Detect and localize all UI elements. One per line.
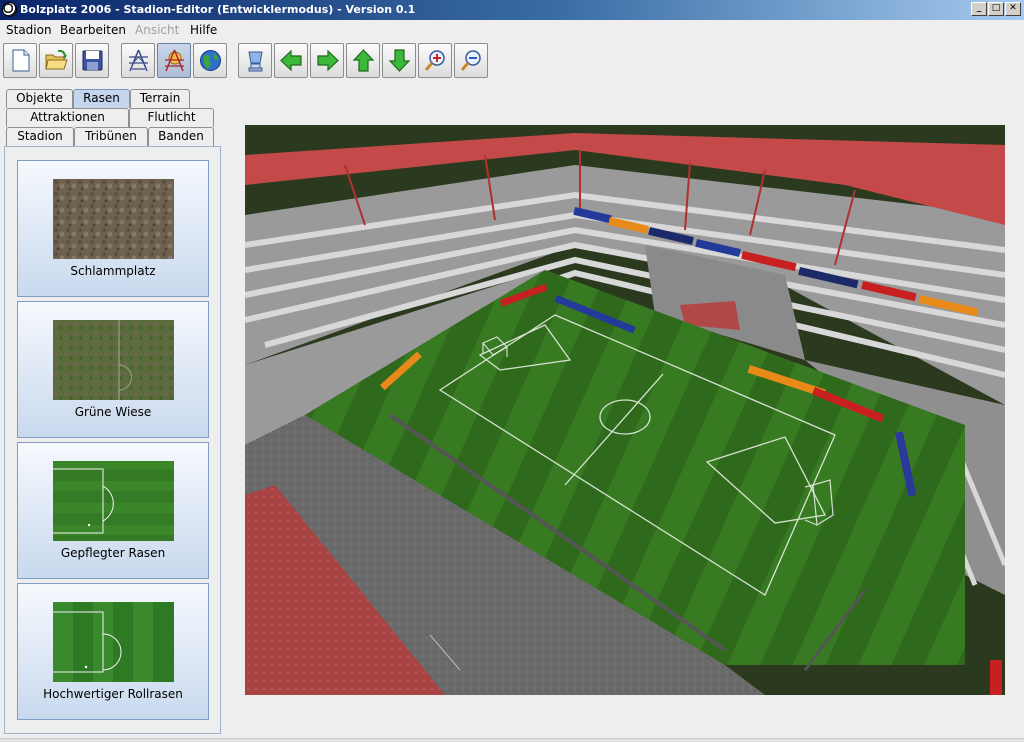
soccer-ball-icon xyxy=(2,2,17,17)
turf-thumbnail-premium xyxy=(53,602,174,682)
zoom-out-button[interactable] xyxy=(454,43,488,78)
stadium-render xyxy=(245,125,1005,695)
turf-option-label: Gepflegter Rasen xyxy=(60,546,166,560)
open-folder-icon xyxy=(45,49,68,70)
maximize-button[interactable]: □ xyxy=(988,2,1004,16)
menu-stadion[interactable]: Stadion xyxy=(6,23,52,37)
arrow-down-icon xyxy=(388,49,411,72)
zoom-out-icon xyxy=(460,50,481,71)
grid-button[interactable] xyxy=(121,43,155,78)
turf-thumbnail-maintained xyxy=(53,461,174,541)
minimize-button[interactable]: _ xyxy=(971,2,987,16)
camera-button[interactable] xyxy=(238,43,272,78)
tab-rasen[interactable]: Rasen xyxy=(73,89,130,108)
status-bar xyxy=(0,738,1024,742)
arrow-right-icon xyxy=(317,49,339,72)
tab-stadion[interactable]: Stadion xyxy=(6,127,74,146)
tab-terrain[interactable]: Terrain xyxy=(130,89,190,108)
toolbar xyxy=(0,40,1024,82)
camera-icon xyxy=(248,51,263,72)
title-bar: Bolzplatz 2006 - Stadion-Editor (Entwick… xyxy=(0,0,1024,20)
new-button[interactable] xyxy=(3,43,37,78)
save-disk-icon xyxy=(82,50,103,71)
move-left-button[interactable] xyxy=(274,43,308,78)
close-button[interactable]: ✕ xyxy=(1005,2,1021,16)
globe-icon xyxy=(200,50,221,71)
turf-thumbnail-mud xyxy=(53,179,174,259)
move-down-button[interactable] xyxy=(382,43,416,78)
grid-highlight-icon xyxy=(165,49,184,72)
zoom-in-button[interactable] xyxy=(418,43,452,78)
stadium-3d-viewport[interactable] xyxy=(245,125,1005,695)
turf-option-gruene-wiese[interactable]: Grüne Wiese xyxy=(17,301,209,438)
tab-attraktionen[interactable]: Attraktionen xyxy=(6,108,129,127)
menu-ansicht[interactable]: Ansicht xyxy=(135,23,179,37)
tab-flutlicht[interactable]: Flutlicht xyxy=(129,108,214,127)
turf-thumbnail-meadow xyxy=(53,320,174,400)
turf-option-label: Hochwertiger Rollrasen xyxy=(43,687,183,701)
editor-tabs: Objekte Rasen Terrain Attraktionen Flutl… xyxy=(0,86,224,148)
turf-panel: Schlammplatz Grüne Wiese Gepflegter Rase… xyxy=(4,146,221,734)
tab-tribuenen[interactable]: Tribünen xyxy=(74,127,148,146)
move-up-button[interactable] xyxy=(346,43,380,78)
menu-bearbeiten[interactable]: Bearbeiten xyxy=(60,23,126,37)
grid-pylon-icon xyxy=(129,49,148,72)
turf-option-label: Grüne Wiese xyxy=(74,405,152,419)
new-document-icon xyxy=(12,49,30,72)
turf-option-gepflegter-rasen[interactable]: Gepflegter Rasen xyxy=(17,442,209,579)
tab-objekte[interactable]: Objekte xyxy=(6,89,73,108)
turf-option-label: Schlammplatz xyxy=(70,264,156,278)
turf-option-hochwertiger-rollrasen[interactable]: Hochwertiger Rollrasen xyxy=(17,583,209,720)
open-button[interactable] xyxy=(39,43,73,78)
move-right-button[interactable] xyxy=(310,43,344,78)
arrow-up-icon xyxy=(352,49,375,72)
grid-highlight-button[interactable] xyxy=(157,43,191,78)
zoom-in-icon xyxy=(424,50,445,71)
save-button[interactable] xyxy=(75,43,109,78)
turf-option-schlammplatz[interactable]: Schlammplatz xyxy=(17,160,209,297)
menu-hilfe[interactable]: Hilfe xyxy=(190,23,217,37)
menu-bar: Stadion Bearbeiten Ansicht Hilfe xyxy=(0,20,1024,40)
window-title: Bolzplatz 2006 - Stadion-Editor (Entwick… xyxy=(20,3,416,16)
arrow-left-icon xyxy=(280,49,302,72)
tab-banden[interactable]: Banden xyxy=(148,127,214,146)
globe-button[interactable] xyxy=(193,43,227,78)
